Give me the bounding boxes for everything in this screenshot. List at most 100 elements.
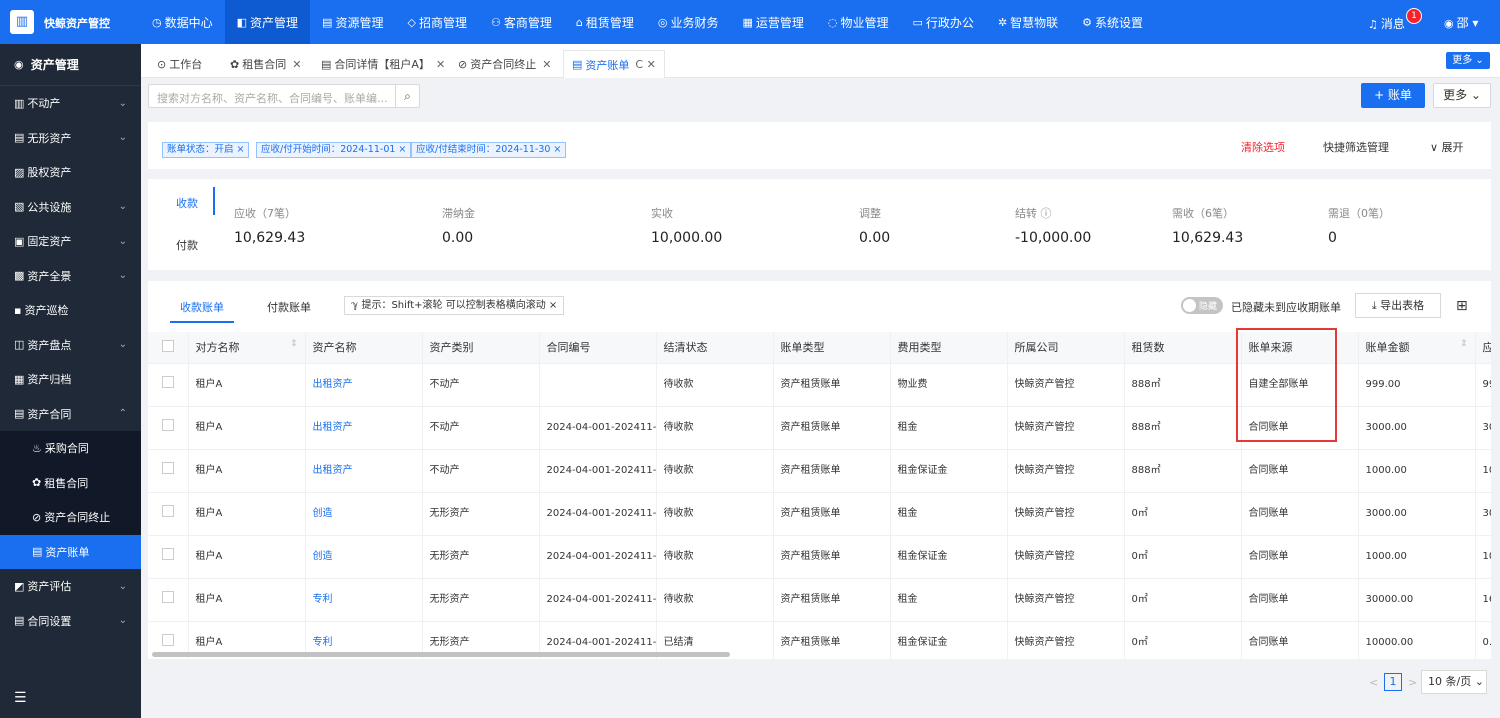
close-icon[interactable]: C ✕ — [635, 58, 655, 71]
sidebar-item-7[interactable]: ◫ 资产盘点 ⌄ — [0, 328, 141, 363]
hide-future-bills-toggle[interactable]: 隐藏 — [1181, 297, 1223, 314]
next-page-button[interactable]: > — [1408, 676, 1417, 689]
sort-icon[interactable]: ⇕ — [290, 339, 298, 349]
nav-item-8[interactable]: ◌ 物业管理 — [816, 0, 901, 44]
sidebar-item-5[interactable]: ▩ 资产全景 ⌄ — [0, 259, 141, 294]
table-row[interactable]: 租户A创造无形资产2024-04-001-202411-0012待收款资产租赁账… — [148, 492, 1491, 536]
sidebar-item-8[interactable]: ▦ 资产归档 — [0, 362, 141, 397]
nav-item-2[interactable]: ▤ 资源管理 — [310, 0, 395, 44]
tab-receipt-bills[interactable]: 收款账单 — [180, 299, 224, 315]
nav-item-3[interactable]: ◇ 招商管理 — [395, 0, 478, 44]
filter-chip-status[interactable]: 账单状态：开启 × — [162, 142, 250, 158]
table-row[interactable]: 租户A创造无形资产2024-04-001-202411-0012待收款资产租赁账… — [148, 535, 1491, 579]
tabs-more-button[interactable]: 更多 ⌄ — [1446, 52, 1490, 69]
more-button[interactable]: 更多 ⌄ — [1433, 83, 1491, 108]
column-header[interactable]: 所属公司 — [1007, 332, 1125, 364]
collapse-sidebar-icon[interactable]: ☰ — [14, 690, 27, 706]
sidebar-item-after-0[interactable]: ◩ 资产评估 ⌄ — [0, 569, 141, 604]
search-input[interactable]: 搜索对方名称、资产名称、合同编号、账单编... ⌕ — [148, 84, 420, 108]
messages-button[interactable]: ♫ 消息 — [1368, 15, 1405, 32]
tab-receivable[interactable]: 收款 — [176, 195, 198, 211]
nav-item-11[interactable]: ⚙ 系统设置 — [1070, 0, 1155, 44]
row-checkbox[interactable] — [162, 505, 174, 517]
asset-name-link[interactable]: 出租资产 — [305, 363, 423, 407]
column-header[interactable]: 合同编号 — [539, 332, 657, 364]
row-checkbox[interactable] — [162, 591, 174, 603]
select-all-checkbox[interactable] — [162, 339, 174, 352]
column-header[interactable]: 租赁数 — [1124, 332, 1242, 364]
asset-name-link[interactable]: 创造 — [305, 492, 423, 536]
nav-item-4[interactable]: ⚇ 客商管理 — [479, 0, 564, 44]
column-header[interactable]: 结清状态 — [656, 332, 774, 364]
sort-icon[interactable]: ⇕ — [1460, 339, 1468, 349]
horizontal-scrollbar[interactable] — [152, 652, 730, 657]
row-checkbox[interactable] — [162, 376, 174, 388]
sidebar-item-0[interactable]: ▥ 不动产 ⌄ — [0, 86, 141, 121]
tab-2[interactable]: ▤ 合同详情【租户A】 ✕ — [313, 50, 453, 78]
table-cell: 10000.00 — [1358, 621, 1476, 659]
row-checkbox[interactable] — [162, 548, 174, 560]
export-table-button[interactable]: ⤓ 导出表格 — [1355, 293, 1441, 318]
nav-item-10[interactable]: ✲ 智慧物联 — [986, 0, 1070, 44]
sidebar-subitem-2[interactable]: ⊘ 资产合同终止 — [0, 500, 141, 535]
nav-item-1[interactable]: ◧ 资产管理 — [224, 0, 311, 44]
asset-name-link[interactable]: 创造 — [305, 535, 423, 579]
tab-0[interactable]: ⊙ 工作台 — [149, 50, 216, 78]
row-checkbox[interactable] — [162, 419, 174, 431]
column-header[interactable]: 账单金额 ⇕ — [1358, 332, 1476, 364]
asset-name-link[interactable]: 专利 — [305, 578, 423, 622]
table-row[interactable]: 租户A专利无形资产2024-04-001-202411-0004待收款资产租赁账… — [148, 578, 1491, 622]
filter-chip-end[interactable]: 应收/付结束时间：2024-11-30 × — [411, 142, 567, 158]
sidebar-item-6[interactable]: ▪ 资产巡检 — [0, 293, 141, 328]
main-nav: ◷ 数据中心 ◧ 资产管理 ▤ 资源管理 ◇ 招商管理 ⚇ 客商管理 ⌂ 租赁管理 ◎ 业务财务 ▦ 运营管理… — [140, 0, 1155, 44]
column-settings-icon[interactable]: ⊞ — [1456, 298, 1468, 314]
tab-1[interactable]: ✿ 租售合同 ✕ — [222, 50, 309, 78]
nav-item-7[interactable]: ▦ 运营管理 — [730, 0, 815, 44]
row-checkbox[interactable] — [162, 634, 174, 646]
search-icon[interactable]: ⌕ — [395, 85, 419, 107]
column-header[interactable]: 对方名称 ⇕ — [188, 332, 306, 364]
page-size-select[interactable]: 10 条/页 ⌄ — [1421, 670, 1487, 694]
nav-item-0[interactable]: ◷ 数据中心 — [140, 0, 225, 44]
sidebar-subitem-3[interactable]: ▤ 资产账单 — [0, 534, 141, 569]
quick-filter-manage-link[interactable]: 快捷筛选管理 — [1323, 139, 1389, 155]
asset-name-link[interactable]: 出租资产 — [305, 449, 423, 493]
tab-4[interactable]: ▤ 资产账单 C ✕ — [563, 50, 665, 78]
tab-payment-bills[interactable]: 付款账单 — [267, 299, 311, 315]
close-icon[interactable]: ✕ — [292, 58, 301, 71]
chevron-icon: ⌄ — [118, 97, 127, 109]
filter-chip-start[interactable]: 应收/付开始时间：2024-11-01 × — [256, 142, 412, 158]
sidebar-item-1[interactable]: ▤ 无形资产 ⌄ — [0, 121, 141, 156]
expand-filters-button[interactable]: ∨ 展开 — [1430, 139, 1464, 155]
sidebar-item-4[interactable]: ▣ 固定资产 ⌄ — [0, 224, 141, 259]
nav-item-9[interactable]: ▭ 行政办公 — [901, 0, 986, 44]
sidebar-subitem-0[interactable]: ♨ 采购合同 — [0, 431, 141, 466]
sidebar-item-3[interactable]: ▧ 公共设施 ⌄ — [0, 190, 141, 225]
close-icon[interactable]: ✕ — [542, 58, 551, 71]
sidebar-item-2[interactable]: ▨ 股权资产 — [0, 155, 141, 190]
sidebar-item-after-1[interactable]: ▤ 合同设置 ⌄ — [0, 604, 141, 639]
row-checkbox[interactable] — [162, 462, 174, 474]
close-icon[interactable]: ✕ — [436, 58, 445, 71]
tab-3[interactable]: ⊘ 资产合同终止 ✕ — [450, 50, 559, 78]
nav-item-6[interactable]: ◎ 业务财务 — [646, 0, 731, 44]
clear-filters-link[interactable]: 清除选项 — [1241, 139, 1285, 155]
sidebar-subitem-1[interactable]: ✿ 租售合同 — [0, 466, 141, 501]
column-header[interactable]: 账单类型 — [773, 332, 891, 364]
scroll-hint[interactable]: ℽ 提示：Shift+滚轮 可以控制表格横向滚动 × — [344, 296, 565, 315]
column-header[interactable]: 资产类别 — [422, 332, 540, 364]
table-cell: 租金保证金 — [890, 535, 1008, 579]
table-cell: 2024-04-001-202411-0012 — [539, 535, 657, 579]
sidebar-item-9[interactable]: ▤ 资产合同 ⌃ — [0, 397, 141, 432]
page-1-button[interactable]: 1 — [1384, 673, 1402, 691]
tab-payable[interactable]: 付款 — [176, 237, 198, 253]
column-header[interactable]: 应 — [1475, 332, 1491, 364]
table-row[interactable]: 租户A出租资产不动产2024-04-001-202411-0016待收款资产租赁… — [148, 449, 1491, 493]
asset-name-link[interactable]: 出租资产 — [305, 406, 423, 450]
add-bill-button[interactable]: + 账单 — [1361, 83, 1425, 108]
nav-item-5[interactable]: ⌂ 租赁管理 — [564, 0, 646, 44]
prev-page-button[interactable]: < — [1369, 676, 1378, 689]
column-header[interactable]: 费用类型 — [890, 332, 1008, 364]
user-menu[interactable]: ◉ 邵 ▾ — [1444, 14, 1478, 31]
column-header[interactable]: 资产名称 — [305, 332, 423, 364]
